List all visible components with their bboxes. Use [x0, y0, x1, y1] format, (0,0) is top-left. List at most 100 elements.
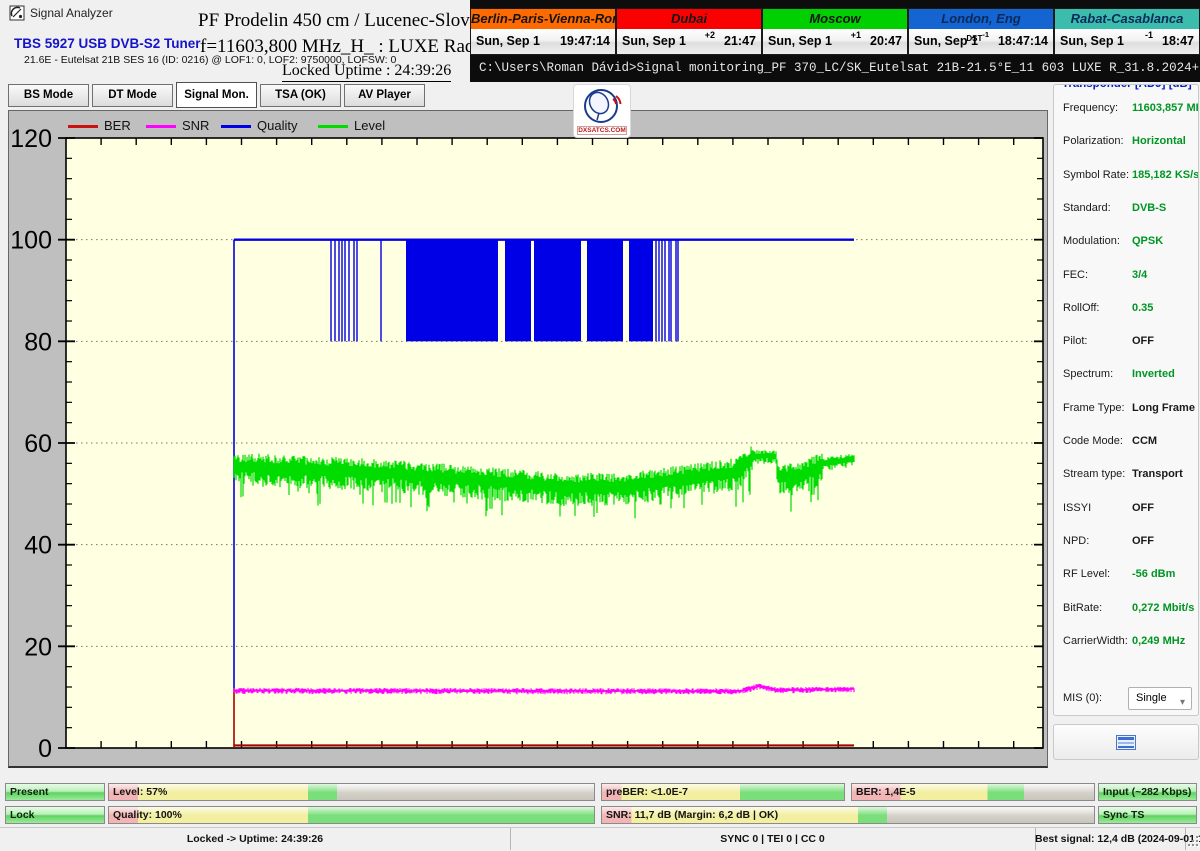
mis-dropdown[interactable]: Single ▾ — [1128, 687, 1192, 710]
resize-grip[interactable] — [1186, 834, 1198, 846]
clock-utc-offset: -1 — [1145, 30, 1153, 40]
clock-time-value: 20:47 — [870, 34, 902, 48]
clock-moscow: MoscowSun, Sep 1+120:47 — [762, 8, 908, 56]
world-clock-panel: Berlin-Paris-Vienna-RomaSun, Sep 119:47:… — [470, 0, 1200, 56]
transponder-label: RollOff: — [1063, 302, 1099, 314]
transponder-value: Horizontal — [1132, 135, 1186, 147]
satellite-dish-icon — [575, 87, 629, 125]
transponder-label: NPD: — [1063, 535, 1089, 547]
mis-row: MIS (0): Single ▾ — [1054, 685, 1198, 715]
station-title: PF Prodelin 450 cm / Lucenec-Slovakia — [198, 10, 501, 32]
transponder-value: QPSK — [1132, 235, 1163, 247]
transponder-value: Transport — [1132, 468, 1183, 480]
legend-swatch — [146, 125, 176, 128]
tab-av-player[interactable]: AV Player — [344, 84, 425, 107]
locked-uptime-title: Locked Uptime : 24:39:26 — [282, 62, 451, 82]
clock-city-label: Rabat-Casablanca — [1054, 8, 1200, 31]
clock-dubai: DubaiSun, Sep 1+221:47 — [616, 8, 762, 56]
clock-date: Sun, Sep 1 — [1060, 34, 1124, 48]
transponder-value: OFF — [1132, 535, 1154, 547]
transponder-label: ISSYI — [1063, 502, 1091, 514]
statusbar-best-signal: Best signal: 12,4 dB (2024-09-01 16:11) — [1035, 828, 1186, 850]
meter-snr: SNR: 11,7 dB (Margin: 6,2 dB | OK) — [601, 806, 1095, 824]
indicator-lock: Lock — [5, 806, 105, 824]
transponder-label: RF Level: — [1063, 568, 1110, 580]
transponder-row: CarrierWidth:0,249 MHz — [1054, 626, 1198, 659]
tab-bs-mode[interactable]: BS Mode — [8, 84, 89, 107]
clock-date: Sun, Sep 1 — [768, 34, 832, 48]
meter-ber: BER: 1,4E-5 — [851, 783, 1095, 801]
clock-date: Sun, Sep 1 — [622, 34, 686, 48]
transponder-panel: Transponder [ADJ] [dB] Frequency:11603,8… — [1053, 84, 1199, 716]
clock-city-label: Moscow — [762, 8, 908, 31]
svg-text:120: 120 — [10, 125, 52, 153]
mis-label: MIS (0): — [1063, 692, 1102, 704]
legend-label: SNR — [182, 118, 209, 133]
transponder-value: -56 dBm — [1132, 568, 1175, 580]
signal-analyzer-app: { "window": { "title": "Signal Analyzer"… — [0, 0, 1200, 850]
dxsatcs-logo-text: DXSATCS.COM — [577, 126, 627, 135]
meter-preber: preBER: <1.0E-7 — [601, 783, 845, 801]
transponder-row: Standard: DVB-S — [1054, 193, 1198, 226]
clock-rabat-casablanca: Rabat-Casablanca Sun, Sep 1 -1 18:47 — [1054, 8, 1200, 56]
transponder-row: FEC: 3/4 — [1054, 260, 1198, 293]
clock-time: Sun, Sep 1DST-118:47:14 — [908, 29, 1054, 55]
transponder-label: Frequency: — [1063, 102, 1118, 114]
transponder-value: 11603,857 MHz — [1132, 102, 1199, 114]
transponder-label: Pilot: — [1063, 335, 1087, 347]
statusbar-sync: SYNC 0 | TEI 0 | CC 0 — [510, 828, 1036, 850]
legend-label: BER — [104, 118, 131, 133]
transponder-row: Pilot:OFF — [1054, 326, 1198, 359]
transponder-value: OFF — [1132, 502, 1154, 514]
transponder-row: Spectrum:Inverted — [1054, 359, 1198, 392]
transponder-value: DVB-S — [1132, 202, 1166, 214]
svg-text:40: 40 — [24, 532, 52, 560]
indicator-input-kbps-: Input (~282 Kbps) — [1098, 783, 1197, 801]
clock-time-value: 18:47:14 — [998, 34, 1048, 48]
clock-berlin-paris-vienna-roma: Berlin-Paris-Vienna-RomaSun, Sep 119:47:… — [470, 8, 616, 56]
app-icon — [9, 5, 25, 21]
transponder-value: 0.35 — [1132, 302, 1153, 314]
transponder-row: Frequency: 11603,857 MHz — [1054, 93, 1198, 126]
transponder-label: Standard: — [1063, 202, 1111, 214]
indicator-present: Present — [5, 783, 105, 801]
chevron-down-icon: ▾ — [1180, 692, 1185, 713]
window-title: Signal Analyzer — [30, 6, 113, 20]
transponder-row: Polarization:Horizontal — [1054, 126, 1198, 159]
transponder-label: Modulation: — [1063, 235, 1120, 247]
statusbar: Locked -> Uptime: 24:39:26 SYNC 0 | TEI … — [0, 827, 1200, 851]
transponder-value: 3/4 — [1132, 269, 1147, 281]
transponder-label: FEC: — [1063, 269, 1088, 281]
stream-info-button[interactable] — [1053, 724, 1199, 760]
frequency-title: f=11603,800 MHz_H_ : LUXE Radio — [200, 36, 489, 58]
tab-dt-mode[interactable]: DT Mode — [92, 84, 173, 107]
tab-tsa-ok-[interactable]: TSA (OK) — [260, 84, 341, 107]
transponder-label: Spectrum: — [1063, 368, 1113, 380]
legend-swatch — [68, 125, 98, 128]
transponder-label: Stream type: — [1063, 468, 1125, 480]
legend-swatch — [318, 125, 348, 128]
transponder-row: ISSYI OFF — [1054, 493, 1198, 526]
meter-level: Level: 57% — [108, 783, 595, 801]
transponder-row: RollOff: 0.35 — [1054, 293, 1198, 326]
clock-time-value: 19:47:14 — [560, 34, 610, 48]
clock-city-label: Dubai — [616, 8, 762, 31]
transponder-label: Frame Type: — [1063, 402, 1125, 414]
transponder-label: Symbol Rate: — [1063, 169, 1129, 181]
tuner-name: TBS 5927 USB DVB-S2 Tuner — [14, 36, 201, 51]
svg-text:60: 60 — [24, 430, 52, 458]
clock-time-value: 21:47 — [724, 34, 756, 48]
transponder-value: 185,182 KS/s — [1132, 169, 1199, 181]
transponder-value: CCM — [1132, 435, 1157, 447]
clock-utc-offset: DST-1 — [966, 30, 989, 43]
transponder-row: RF Level: -56 dBm — [1054, 559, 1198, 592]
clock-time: Sun, Sep 1 -1 18:47 — [1054, 29, 1200, 55]
tab-signal-mon-[interactable]: Signal Mon. — [176, 82, 257, 108]
clock-time-value: 18:47 — [1162, 34, 1194, 48]
meter-quality: Quality: 100% — [108, 806, 595, 824]
transponder-value: 0,249 MHz — [1132, 635, 1185, 647]
clock-time: Sun, Sep 1+120:47 — [762, 29, 908, 55]
terminal-command-text: C:\Users\Roman Dávid>Signal monitoring_P… — [479, 61, 1199, 75]
transponder-row: Stream type: Transport — [1054, 459, 1198, 492]
statusbar-uptime: Locked -> Uptime: 24:39:26 — [0, 828, 511, 850]
